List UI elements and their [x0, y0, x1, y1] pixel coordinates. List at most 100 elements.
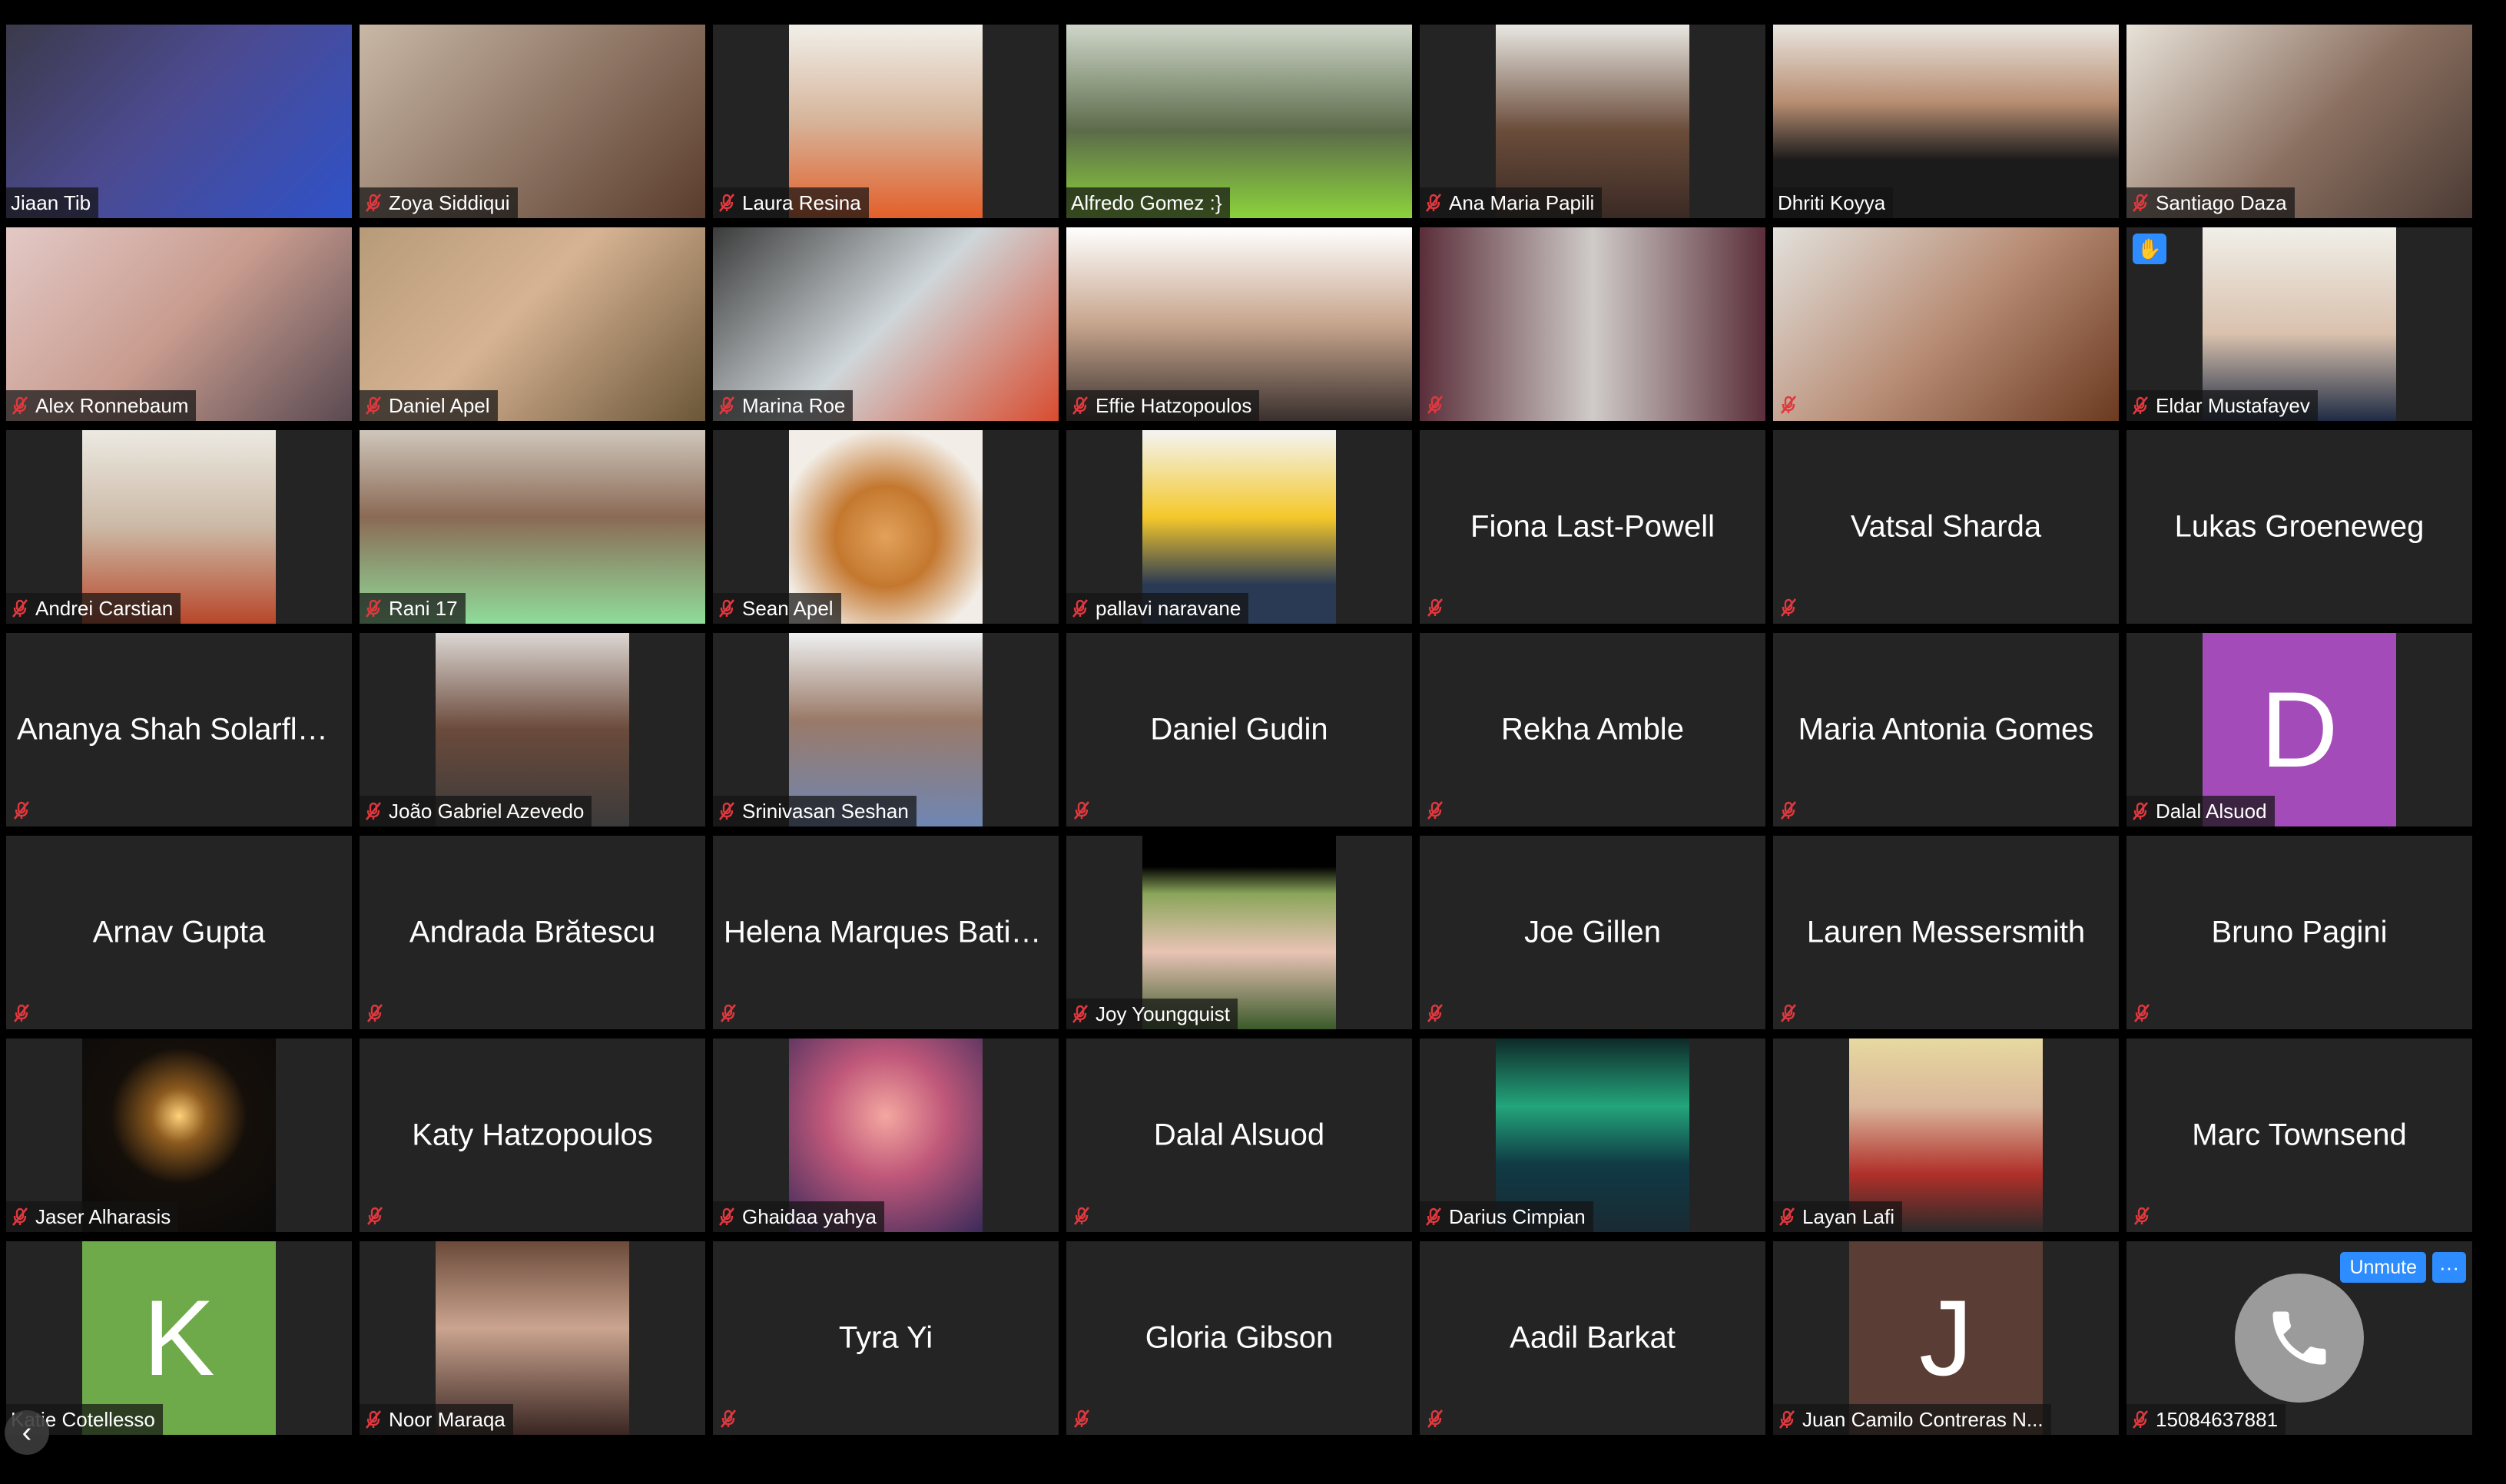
participant-tile[interactable]: Marc Townsend	[2126, 1038, 2472, 1232]
participant-tile[interactable]: Tyra Yi	[713, 1241, 1059, 1435]
nameplate: Jaser Alharasis	[6, 1201, 179, 1232]
participant-tile[interactable]: Lukas Groeneweg	[2126, 430, 2472, 624]
participant-tile[interactable]: Bruno Pagini	[2126, 836, 2472, 1029]
muted-mic-icon	[1072, 1005, 1089, 1023]
nameplate: Jiaan Tib	[6, 187, 99, 218]
muted-mic-icon	[13, 801, 30, 820]
participant-tile[interactable]: Noor Maraqa	[360, 1241, 705, 1435]
participant-tile[interactable]: Fiona Last-Powell	[1420, 430, 1765, 624]
nameplate-label: Marina Roe	[742, 393, 846, 417]
participant-tile[interactable]: pallavi naravane	[1066, 430, 1412, 624]
participant-tile[interactable]: Vatsal Sharda	[1773, 430, 2119, 624]
muted-mic-icon	[2132, 802, 2149, 820]
nameplate-label: pallavi naravane	[1096, 596, 1241, 620]
muted-mic-icon	[1072, 599, 1089, 618]
participant-tile[interactable]: Dhriti Koyya	[1773, 25, 2119, 218]
nameplate: Dhriti Koyya	[1773, 187, 1894, 218]
phone-icon	[2235, 1274, 2364, 1403]
muted-mic-icon	[1780, 396, 1797, 414]
participant-name: Rekha Amble	[1501, 712, 1684, 747]
muted-mic-icon	[365, 802, 382, 820]
participant-tile[interactable]: Lauren Messersmith	[1773, 836, 2119, 1029]
previous-page-button[interactable]: ‹	[5, 1410, 49, 1455]
muted-mic-icon	[2132, 1410, 2149, 1429]
participant-tile[interactable]: Ananya Shah Solarflar...	[6, 633, 352, 826]
nameplate-label: Rani 17	[389, 596, 458, 620]
participant-tile[interactable]: 15084637881 Unmute ···	[2126, 1241, 2472, 1435]
nameplate-label: Eldar Mustafayev	[2156, 393, 2310, 417]
participant-video	[1420, 227, 1765, 421]
more-options-button[interactable]: ···	[2432, 1252, 2466, 1283]
participant-tile[interactable]: Ana Maria Papili	[1420, 25, 1765, 218]
nameplate-label: Juan Camilo Contreras N...	[1802, 1407, 2044, 1431]
muted-mic-icon	[12, 599, 28, 618]
participant-tile[interactable]: Andrei Carstian	[6, 430, 352, 624]
participant-tile[interactable]: Rekha Amble	[1420, 633, 1765, 826]
participant-tile[interactable]: Gloria Gibson	[1066, 1241, 1412, 1435]
participant-name: Vatsal Sharda	[1850, 509, 2042, 544]
muted-mic-icon	[718, 1207, 735, 1226]
participant-tile[interactable]: Maria Antonia Gomes	[1773, 633, 2119, 826]
participant-tile[interactable]: Andrada Brătescu	[360, 836, 705, 1029]
participant-tile[interactable]: Ghaidaa yahya	[713, 1038, 1059, 1232]
muted-mic-icon	[718, 599, 735, 618]
nameplate: Juan Camilo Contreras N...	[1773, 1404, 2051, 1435]
participant-tile[interactable]: Srinivasan Seshan	[713, 633, 1059, 826]
participant-tile[interactable]: Aadil Barkat	[1420, 1241, 1765, 1435]
participant-tile[interactable]: K Katie Cotellesso	[6, 1241, 352, 1435]
muted-mic-icon	[12, 396, 28, 415]
participant-tile[interactable]: D Dalal Alsuod	[2126, 633, 2472, 826]
participant-name: Andrada Brătescu	[409, 915, 656, 949]
participant-tile[interactable]: J Juan Camilo Contreras N...	[1773, 1241, 2119, 1435]
nameplate: Alex Ronnebaum	[6, 390, 197, 421]
muted-mic-icon	[1425, 194, 1442, 212]
muted-mic-icon	[1780, 1004, 1797, 1022]
participant-name: Lukas Groeneweg	[2174, 509, 2425, 544]
nameplate: Ana Maria Papili	[1420, 187, 1603, 218]
nameplate-label: Santiago Daza	[2156, 190, 2287, 214]
participant-tile[interactable]: Effie Hatzopoulos	[1066, 227, 1412, 421]
participant-tile[interactable]: João Gabriel Azevedo	[360, 633, 705, 826]
participant-tile[interactable]: Daniel Apel	[360, 227, 705, 421]
participant-tile[interactable]: Arnav Gupta	[6, 836, 352, 1029]
muted-mic-icon	[2133, 1207, 2150, 1225]
participant-tile[interactable]: Santiago Daza	[2126, 25, 2472, 218]
participant-tile[interactable]: Joy Youngquist	[1066, 836, 1412, 1029]
participant-name: Helena Marques Batista	[724, 915, 1052, 949]
nameplate: 15084637881	[2126, 1404, 2286, 1435]
participant-name: Daniel Gudin	[1150, 712, 1328, 747]
participant-tile[interactable]: Daniel Gudin	[1066, 633, 1412, 826]
participant-tile[interactable]: Darius Cimpian	[1420, 1038, 1765, 1232]
nameplate: pallavi naravane	[1066, 593, 1249, 624]
participant-video	[1773, 227, 2119, 421]
participant-tile[interactable]: Laura Resina	[713, 25, 1059, 218]
participant-tile[interactable]: Jaser Alharasis	[6, 1038, 352, 1232]
nameplate: Alfredo Gomez :}	[1066, 187, 1230, 218]
nameplate-label: Jiaan Tib	[11, 190, 91, 214]
participant-name: Joe Gillen	[1524, 915, 1661, 949]
muted-mic-icon	[718, 802, 735, 820]
muted-mic-icon	[1778, 1410, 1795, 1429]
participant-tile[interactable]: Rani 17	[360, 430, 705, 624]
participant-name: Aadil Barkat	[1510, 1320, 1676, 1355]
nameplate-label: Sean Apel	[742, 596, 834, 620]
participant-tile[interactable]: Alex Ronnebaum	[6, 227, 352, 421]
participant-tile[interactable]: Jiaan Tib	[6, 25, 352, 218]
participant-tile[interactable]	[1420, 227, 1765, 421]
muted-mic-icon	[718, 194, 735, 212]
participant-tile[interactable]: Helena Marques Batista	[713, 836, 1059, 1029]
participant-tile[interactable]: Zoya Siddiqui	[360, 25, 705, 218]
unmute-button[interactable]: Unmute	[2340, 1252, 2426, 1283]
participant-tile[interactable]: Alfredo Gomez :}	[1066, 25, 1412, 218]
participant-tile[interactable]: Sean Apel	[713, 430, 1059, 624]
nameplate-label: Dalal Alsuod	[2156, 799, 2267, 823]
participant-tile[interactable]: Dalal Alsuod	[1066, 1038, 1412, 1232]
participant-tile[interactable]: Layan Lafi	[1773, 1038, 2119, 1232]
participant-tile[interactable]: Joe Gillen	[1420, 836, 1765, 1029]
muted-mic-icon	[366, 1004, 383, 1022]
participant-tile[interactable]: Katy Hatzopoulos	[360, 1038, 705, 1232]
participant-tile[interactable]	[1773, 227, 2119, 421]
muted-mic-icon	[12, 1207, 28, 1226]
participant-tile[interactable]: Eldar Mustafayev ✋	[2126, 227, 2472, 421]
participant-tile[interactable]: Marina Roe	[713, 227, 1059, 421]
